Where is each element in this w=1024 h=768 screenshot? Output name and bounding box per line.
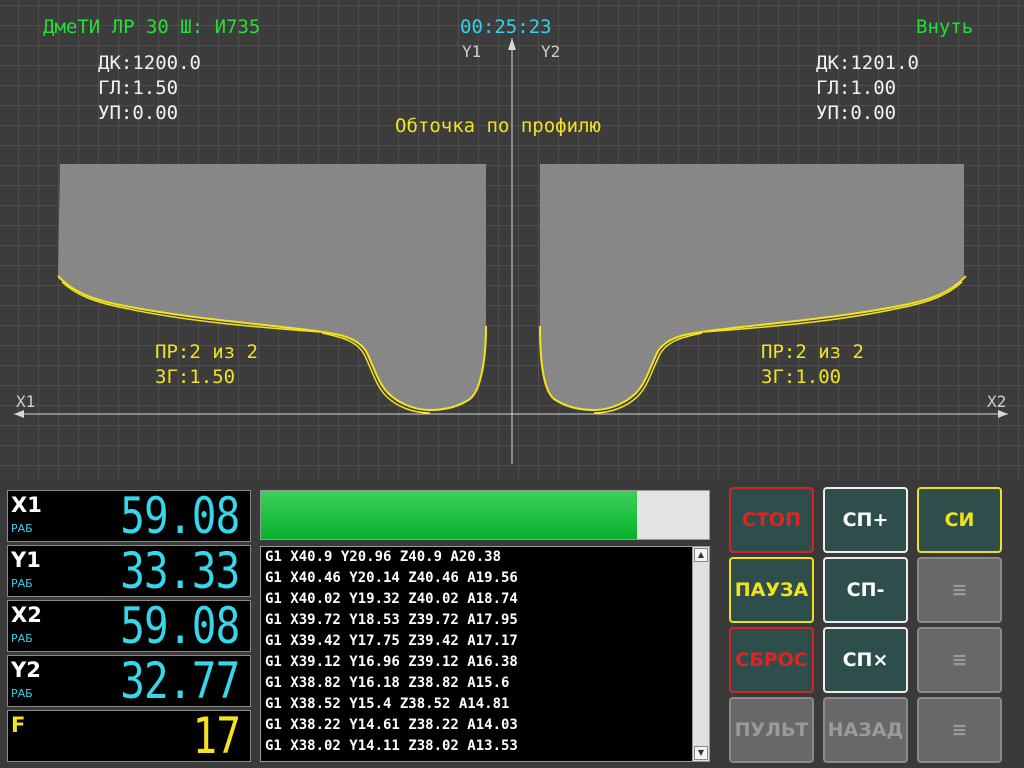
tool-path-view: ДмеТИ ЛР 30 Ш: И735 00:25:23 Внуть Y1 Y2… [0, 0, 1024, 480]
right-dk: ДК:1201.0 [816, 52, 919, 74]
menu-icon[interactable]: ≡ [917, 557, 1002, 623]
readout-x1: X1 РАБ 59.08 [7, 487, 251, 545]
clock: 00:25:23 [460, 16, 552, 38]
right-zg: ЗГ:1.00 [761, 366, 842, 388]
menu-icon[interactable]: ≡ [917, 697, 1002, 763]
speed-minus-button[interactable]: СП- [823, 557, 908, 623]
x2-axis-label: X2 [987, 392, 1007, 411]
readout-axis-name: X2 [11, 603, 42, 627]
readout-value: 59.08 [120, 487, 241, 545]
readout-y2: Y2 РАБ 32.77 [7, 652, 251, 710]
readout-mode: РАБ [11, 687, 33, 700]
readout-mode: РАБ [11, 632, 33, 645]
scroll-up-icon[interactable]: ▲ [694, 548, 708, 562]
gcode-lines: G1 X40.9 Y20.96 Z40.9 A20.38 G1 X40.46 Y… [265, 547, 518, 757]
readout-axis-name: X1 [11, 493, 42, 517]
left-zg: ЗГ:1.50 [155, 366, 236, 388]
readout-axis-name: Y1 [11, 548, 41, 572]
mode-label: Внуть [916, 16, 974, 38]
readout-value: 17 [192, 707, 241, 765]
right-pass: ПР:2 из 2 [761, 341, 864, 363]
gcode-line: G1 X38.02 Y14.11 Z38.02 A13.53 [265, 738, 518, 754]
x1-axis-label: X1 [16, 392, 36, 411]
right-gl: ГЛ:1.00 [816, 77, 897, 99]
readout-mode: РАБ [11, 522, 33, 535]
readout-y1: Y1 РАБ 33.33 [7, 542, 251, 600]
speed-multiply-button[interactable]: СП× [823, 627, 908, 693]
gcode-line: G1 X38.52 Y15.4 Z38.52 A14.81 [265, 696, 510, 712]
left-gl: ГЛ:1.50 [98, 77, 179, 99]
menu-icon[interactable]: ≡ [917, 627, 1002, 693]
gcode-line: G1 X38.82 Y16.18 Z38.82 A15.6 [265, 675, 510, 691]
y2-axis-label: Y2 [541, 42, 561, 61]
pult-button[interactable]: ПУЛЬТ [729, 697, 814, 763]
program-progress-bar [260, 490, 710, 540]
scroll-down-icon[interactable]: ▼ [694, 746, 708, 760]
pause-button[interactable]: ПАУЗА [729, 557, 814, 623]
gcode-line: G1 X39.72 Y18.53 Z39.72 A17.95 [265, 612, 518, 628]
reset-button[interactable]: СБРОС [729, 627, 814, 693]
readout-axis-name: Y2 [11, 658, 41, 682]
readout-x2: X2 РАБ 59.08 [7, 597, 251, 655]
gcode-listing[interactable]: G1 X40.9 Y20.96 Z40.9 A20.38 G1 X40.46 Y… [260, 546, 710, 762]
gcode-line: G1 X40.46 Y20.14 Z40.46 A19.56 [265, 570, 518, 586]
gcode-scrollbar[interactable]: ▲ ▼ [692, 547, 709, 761]
gcode-line: G1 X39.42 Y17.75 Z39.42 A17.17 [265, 633, 518, 649]
progress-fill [261, 491, 638, 539]
left-pass: ПР:2 из 2 [155, 341, 258, 363]
left-dk: ДК:1200.0 [98, 52, 201, 74]
si-button[interactable]: СИ [917, 487, 1002, 553]
y1-axis-label: Y1 [462, 42, 482, 61]
gcode-line: G1 X40.9 Y20.96 Z40.9 A20.38 [265, 549, 502, 565]
operation-title: Обточка по профилю [395, 115, 601, 137]
left-workpiece [58, 164, 486, 411]
y-axis-arrow [508, 38, 516, 50]
gcode-line: G1 X39.12 Y16.96 Z39.12 A16.38 [265, 654, 518, 670]
readout-axis-name: F [11, 713, 26, 737]
speed-plus-button[interactable]: СП+ [823, 487, 908, 553]
readout-value: 59.08 [120, 597, 241, 655]
gcode-line: G1 X38.22 Y14.61 Z38.22 A14.03 [265, 717, 518, 733]
gcode-line: G1 X40.02 Y19.32 Z40.02 A18.74 [265, 591, 518, 607]
readout-feed: F 17 [7, 707, 251, 765]
right-up: УП:0.00 [816, 102, 897, 124]
readout-value: 32.77 [120, 652, 241, 710]
readout-value: 33.33 [120, 542, 241, 600]
right-workpiece [540, 164, 964, 411]
program-title: ДмеТИ ЛР 30 Ш: И735 [43, 16, 261, 38]
readout-mode: РАБ [11, 577, 33, 590]
back-button[interactable]: НАЗАД [823, 697, 908, 763]
stop-button[interactable]: СТОП [729, 487, 814, 553]
left-up: УП:0.00 [98, 102, 179, 124]
